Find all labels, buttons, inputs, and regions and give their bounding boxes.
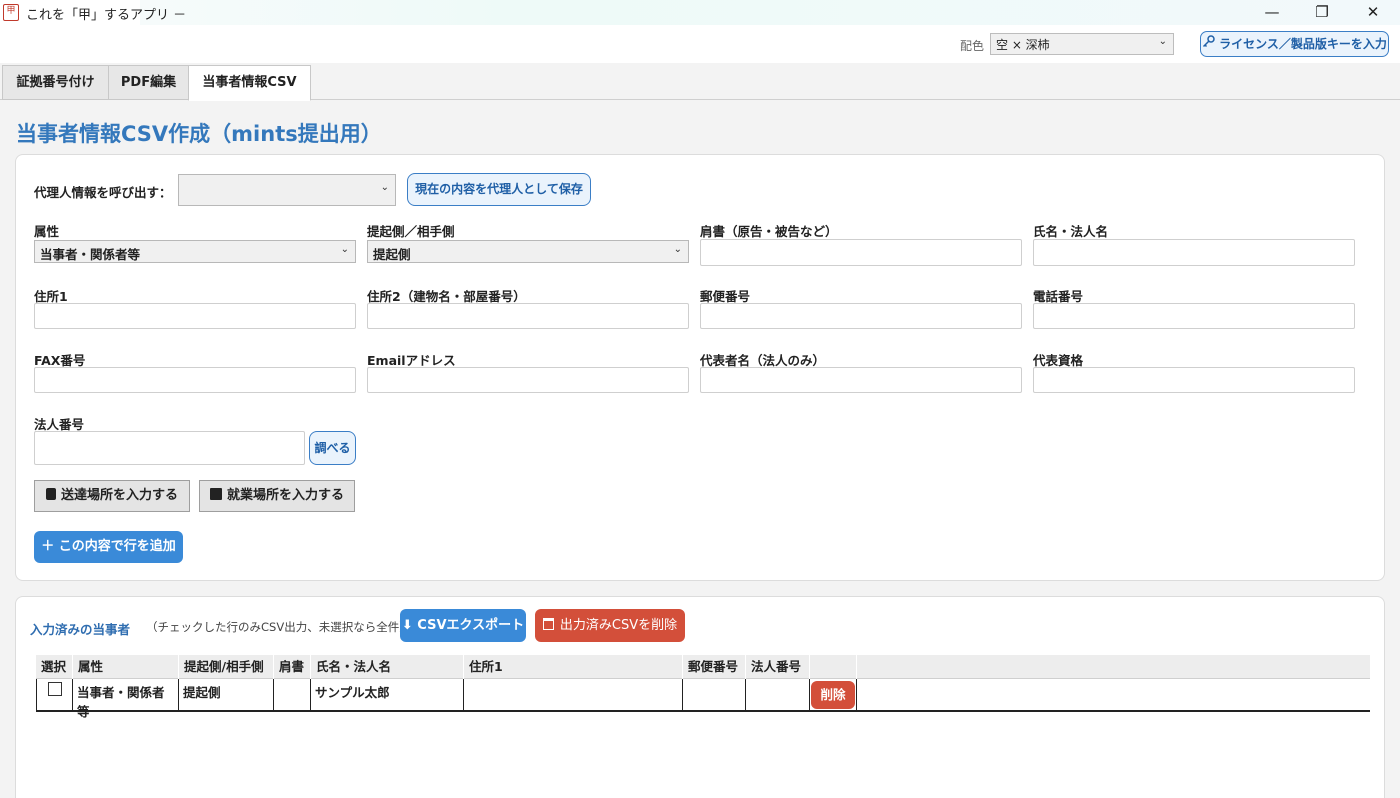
side-select[interactable]: 提起側 ⌄ — [367, 240, 689, 263]
chevron-down-icon: ⌄ — [673, 244, 682, 255]
row-title — [274, 679, 311, 710]
attribute-label: 属性 — [34, 224, 60, 239]
title-bar-tint — [140, 0, 1400, 25]
workplace-button[interactable]: 就業場所を入力する — [199, 480, 355, 512]
column-header-actions — [810, 655, 857, 679]
chevron-down-icon: ⌄ — [380, 182, 389, 193]
license-button-label: ライセンス／製品版キーを入力 — [1219, 37, 1387, 51]
phone-field[interactable] — [1033, 303, 1355, 329]
delete-exported-csv-label: 出力済みCSVを削除 — [559, 618, 678, 633]
delivery-icon — [45, 488, 56, 500]
title-field[interactable] — [700, 239, 1022, 266]
save-agent-button[interactable]: 現在の内容を代理人として保存 — [407, 173, 591, 206]
table-row: 当事者・関係者等 提起側 サンプル太郎 削除 — [36, 679, 1370, 719]
row-actions-cell: 削除 — [810, 679, 857, 710]
column-header-postal: 郵便番号 — [683, 655, 746, 679]
csv-export-button[interactable]: ⬇ CSVエクスポート — [400, 609, 526, 642]
column-header-title: 肩書 — [274, 655, 311, 679]
side-select-value: 提起側 — [373, 247, 411, 262]
agent-select[interactable]: ⌄ — [178, 174, 396, 206]
delivery-place-button[interactable]: 送達場所を入力する — [34, 480, 190, 512]
name-field[interactable] — [1033, 239, 1355, 266]
name-label: 氏名・法人名 — [1033, 224, 1109, 239]
row-address1 — [464, 679, 683, 710]
corp-number-field[interactable] — [34, 431, 305, 465]
minimize-icon[interactable]: — — [1247, 0, 1297, 25]
column-header-select: 選択 — [36, 655, 73, 679]
attribute-select-value: 当事者・関係者等 — [40, 247, 141, 262]
license-button[interactable]: ライセンス／製品版キーを入力 — [1200, 31, 1389, 57]
rep-title-field[interactable] — [1033, 367, 1355, 393]
agent-label: 代理人情報を呼び出す： — [34, 185, 172, 200]
address2-field[interactable] — [367, 303, 689, 329]
chevron-down-icon: ⌄ — [1158, 36, 1167, 47]
row-attribute: 当事者・関係者等 — [73, 679, 179, 719]
page-title: 当事者情報CSV作成（mints提出用） — [16, 122, 382, 146]
color-scheme-value: 空 × 深柿 — [996, 38, 1050, 52]
table-header: 選択 属性 提起側/相手側 肩書 氏名・法人名 住所1 郵便番号 法人番号 — [36, 655, 1370, 679]
email-field[interactable] — [367, 367, 689, 393]
column-header-corp-number: 法人番号 — [746, 655, 810, 679]
attribute-select[interactable]: 当事者・関係者等 ⌄ — [34, 240, 356, 263]
color-scheme-select[interactable]: 空 × 深柿 ⌄ — [990, 33, 1174, 55]
rep-name-field[interactable] — [700, 367, 1022, 393]
row-select-cell — [36, 679, 73, 710]
list-hint: （チェックした行のみCSV出力、未選択なら全件） — [146, 620, 411, 634]
toolbar: 配色 空 × 深柿 ⌄ ライセンス／製品版キーを入力 — [0, 25, 1400, 63]
postal-field[interactable] — [700, 303, 1022, 329]
column-header-attribute: 属性 — [73, 655, 179, 679]
address1-field[interactable] — [34, 303, 356, 329]
row-postal — [683, 679, 746, 710]
fax-field[interactable] — [34, 367, 356, 393]
tab-evidence-numbering[interactable]: 証拠番号付け — [2, 65, 109, 100]
row-corp-number — [746, 679, 810, 710]
column-header-side: 提起側/相手側 — [179, 655, 274, 679]
key-icon — [1202, 32, 1215, 56]
building-icon — [209, 488, 222, 500]
window-title: これを「甲」するアプリ － — [26, 8, 187, 23]
add-row-button[interactable]: ＋ この内容で行を追加 — [34, 531, 183, 563]
delivery-place-label: 送達場所を入力する — [60, 488, 178, 503]
lookup-button[interactable]: 調べる — [309, 431, 356, 465]
restore-icon[interactable]: ❐ — [1297, 0, 1347, 25]
color-scheme-label: 配色 — [960, 39, 985, 53]
chevron-down-icon: ⌄ — [340, 244, 349, 255]
list-heading: 入力済みの当事者 — [30, 622, 131, 637]
column-header-address1: 住所1 — [464, 655, 683, 679]
app-icon: 甲 — [3, 4, 19, 21]
side-label: 提起側／相手側 — [367, 224, 455, 239]
delete-row-button[interactable]: 削除 — [811, 681, 855, 709]
tab-bar: 証拠番号付け PDF編集 当事者情報CSV — [0, 63, 1400, 101]
tab-pdf-edit[interactable]: PDF編集 — [108, 65, 189, 100]
trash-icon — [542, 618, 554, 630]
row-side: 提起側 — [179, 679, 274, 710]
title-bar: 甲 これを「甲」するアプリ － — ❐ ✕ — [0, 0, 1400, 31]
workplace-label: 就業場所を入力する — [226, 488, 344, 503]
row-checkbox[interactable] — [48, 682, 62, 696]
row-name: サンプル太郎 — [311, 679, 464, 710]
column-header-name: 氏名・法人名 — [311, 655, 464, 679]
delete-exported-csv-button[interactable]: 出力済みCSVを削除 — [535, 609, 685, 642]
tab-party-csv[interactable]: 当事者情報CSV — [188, 65, 311, 101]
close-icon[interactable]: ✕ — [1348, 0, 1398, 25]
title-label: 肩書（原告・被告など） — [700, 224, 838, 239]
